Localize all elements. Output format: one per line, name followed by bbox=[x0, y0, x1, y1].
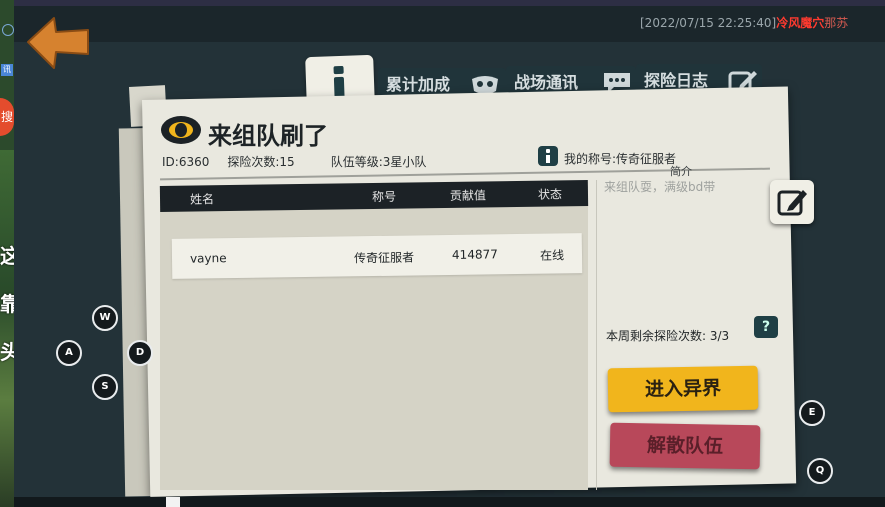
my-title: 我的称号:传奇征服者 bbox=[564, 152, 677, 166]
edit-icon bbox=[777, 190, 807, 216]
back-arrow-icon bbox=[27, 17, 89, 69]
side-app-icon[interactable]: 讯 bbox=[1, 64, 13, 76]
info-icon bbox=[333, 65, 345, 99]
chat-text: 那苏 bbox=[824, 16, 849, 30]
key-s[interactable]: S bbox=[92, 374, 118, 400]
team-id: ID:6360 bbox=[162, 155, 210, 169]
key-w[interactable]: W bbox=[92, 305, 118, 331]
header-title: 称号 bbox=[371, 189, 397, 205]
refresh-icon[interactable] bbox=[2, 24, 14, 36]
disband-button[interactable]: 解散队伍 bbox=[609, 422, 761, 470]
help-icon[interactable]: ? bbox=[754, 316, 778, 338]
header-contribution: 贡献值 bbox=[449, 188, 487, 203]
header-status: 状态 bbox=[537, 187, 563, 202]
member-name: vayne bbox=[189, 251, 227, 266]
edit-intro-button[interactable] bbox=[770, 180, 814, 224]
team-title: 来组队刷了 bbox=[208, 122, 328, 150]
bottom-bar bbox=[14, 497, 885, 507]
key-a[interactable]: A bbox=[56, 340, 82, 366]
header-name: 姓名 bbox=[189, 192, 215, 207]
info-icon bbox=[538, 146, 558, 166]
intro-text: 来组队耍，满级bd带 bbox=[604, 180, 716, 194]
chat-timestamp: [2022/07/15 22:25:40] bbox=[640, 16, 777, 30]
back-button[interactable] bbox=[24, 12, 94, 72]
chat-speaker[interactable]: 冷风魔穴 bbox=[776, 16, 824, 30]
bottom-block bbox=[166, 497, 180, 507]
table-row[interactable]: vayne 传奇征服者 414877 在线 bbox=[171, 233, 583, 279]
key-e[interactable]: E bbox=[799, 400, 825, 426]
intro-label: 简介 bbox=[670, 165, 692, 178]
weekly-remaining: 本周剩余探险次数: 3/3 bbox=[606, 329, 730, 343]
member-contribution: 414877 bbox=[451, 247, 498, 262]
member-title: 传奇征服者 bbox=[353, 250, 415, 266]
key-q[interactable]: Q bbox=[807, 458, 833, 484]
chat-message: [2022/07/15 22:25:40]冷风魔穴那苏 bbox=[640, 14, 848, 31]
column-divider bbox=[596, 180, 597, 490]
background-vegetation bbox=[0, 150, 14, 507]
member-table bbox=[160, 186, 588, 490]
key-d[interactable]: D bbox=[127, 340, 153, 366]
eye-icon bbox=[161, 116, 201, 144]
enter-button[interactable]: 进入异界 bbox=[607, 365, 759, 413]
explore-count: 探险次数:15 bbox=[227, 155, 295, 169]
team-meta: ID:6360 探险次数:15 队伍等级:3星小队 bbox=[162, 153, 444, 170]
team-level: 队伍等级:3星小队 bbox=[330, 155, 427, 169]
member-status: 在线 bbox=[539, 248, 565, 263]
